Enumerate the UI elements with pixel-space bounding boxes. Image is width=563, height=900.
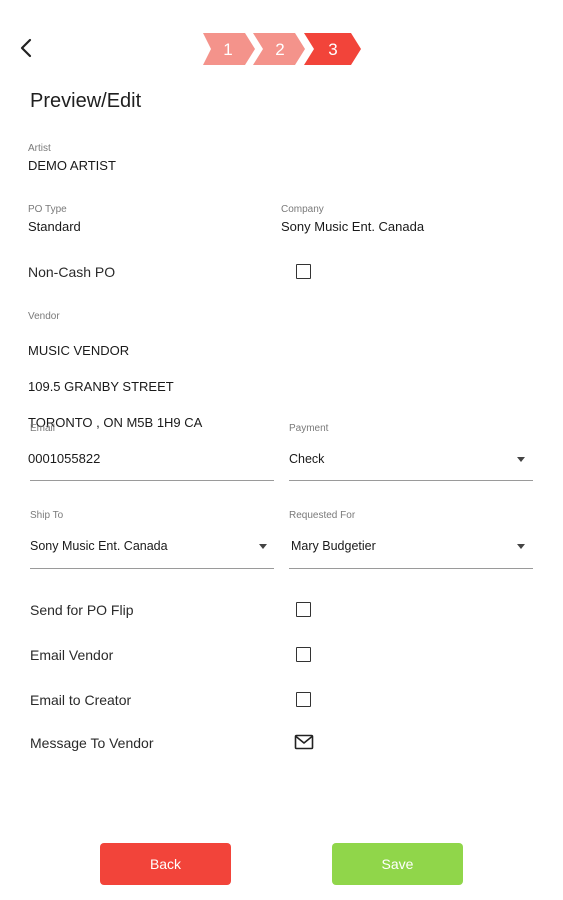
non-cash-po-label: Non-Cash PO: [28, 264, 116, 280]
back-button[interactable]: Back: [100, 843, 231, 885]
email-to-creator-checkbox[interactable]: [296, 692, 311, 707]
ship-to-value: Sony Music Ent. Canada: [30, 539, 168, 553]
payment-select[interactable]: Check: [289, 440, 533, 480]
artist-label: Artist: [28, 143, 51, 154]
requested-for-label: Requested For: [289, 510, 356, 521]
step-3-label: 3: [328, 40, 337, 59]
payment-label: Payment: [289, 423, 329, 434]
ship-to-underline: [30, 568, 274, 569]
send-for-po-flip-checkbox[interactable]: [296, 602, 311, 617]
requested-for-value: Mary Budgetier: [291, 539, 376, 553]
vendor-street: 109.5 GRANBY STREET: [28, 379, 174, 394]
requested-for-dropdown-icon: [517, 544, 525, 549]
ship-to-label: Ship To: [30, 510, 64, 521]
ship-to-select[interactable]: Sony Music Ent. Canada: [30, 527, 274, 567]
message-to-vendor-label: Message To Vendor: [30, 735, 154, 751]
send-for-po-flip-label: Send for PO Flip: [30, 602, 134, 618]
back-arrow-icon[interactable]: [16, 36, 38, 60]
vendor-name: MUSIC VENDOR: [28, 343, 130, 358]
payment-underline: [289, 480, 533, 481]
non-cash-po-checkbox[interactable]: [296, 264, 311, 279]
company-label: Company: [281, 204, 324, 215]
payment-value: Check: [289, 452, 325, 466]
payment-dropdown-icon: [517, 457, 525, 462]
step-1[interactable]: 1: [203, 33, 255, 65]
po-type-value: Standard: [28, 219, 81, 234]
artist-value: DEMO ARTIST: [28, 158, 116, 173]
step-3[interactable]: 3: [304, 33, 361, 65]
po-type-label: PO Type: [28, 204, 67, 215]
ship-to-dropdown-icon: [259, 544, 267, 549]
email-label: Email: [30, 423, 56, 434]
page-title: Preview/Edit: [30, 90, 142, 112]
envelope-icon[interactable]: [294, 734, 314, 750]
step-indicator: 1 2 3: [203, 33, 363, 65]
step-1-label: 1: [223, 40, 232, 59]
email-underline: [30, 480, 274, 481]
requested-for-select[interactable]: Mary Budgetier: [289, 527, 533, 567]
email-vendor-checkbox[interactable]: [296, 647, 311, 662]
save-button[interactable]: Save: [332, 843, 463, 885]
email-input[interactable]: [30, 440, 274, 480]
vendor-label: Vendor: [28, 311, 60, 322]
requested-for-underline: [289, 568, 533, 569]
company-value: Sony Music Ent. Canada: [281, 219, 425, 234]
email-to-creator-label: Email to Creator: [30, 692, 132, 708]
step-2-label: 2: [275, 40, 284, 59]
step-2[interactable]: 2: [253, 33, 305, 65]
email-vendor-label: Email Vendor: [30, 647, 114, 663]
